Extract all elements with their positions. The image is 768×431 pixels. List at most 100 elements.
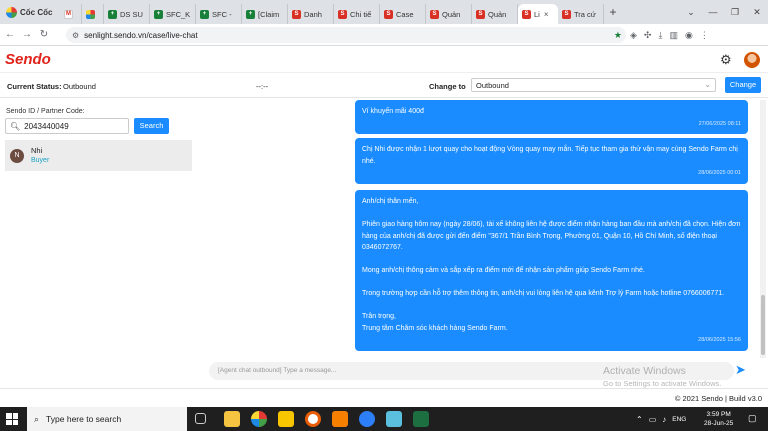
- chat-scrollbar[interactable]: [760, 100, 766, 358]
- browser-tab[interactable]: S Chi tiế: [334, 4, 380, 24]
- window-controls: ⌄ — ❐ ✕: [680, 0, 768, 24]
- sheets-icon: +: [200, 9, 209, 19]
- browser-tab[interactable]: + DS SU: [104, 4, 150, 24]
- change-button[interactable]: Change: [725, 77, 761, 93]
- sendo-icon: S: [292, 9, 301, 19]
- back-icon[interactable]: ←: [3, 29, 17, 40]
- browser-tab[interactable]: + SFC -: [196, 4, 242, 24]
- browser-tab[interactable]: [82, 4, 104, 24]
- browser-tab[interactable]: S Quản: [426, 4, 472, 24]
- contact-list-item[interactable]: N Nhi Buyer: [5, 140, 192, 171]
- contact-avatar: N: [10, 149, 24, 163]
- close-window-button[interactable]: ✕: [746, 7, 768, 18]
- sendo-icon: S: [476, 9, 485, 19]
- extensions-icon[interactable]: ✣: [644, 30, 652, 41]
- close-tab-icon[interactable]: ×: [544, 10, 549, 19]
- chat-message-line: Mong anh/chị thông cảm và sắp xếp ra điể…: [362, 267, 645, 274]
- browser-tab-label: Quản: [442, 9, 461, 19]
- new-tab-button[interactable]: +: [604, 5, 622, 19]
- file-explorer-icon[interactable]: [224, 411, 240, 427]
- sendo-logo[interactable]: Sendo: [5, 51, 51, 68]
- network-icon[interactable]: ▭: [649, 415, 657, 424]
- change-to-value: Outbound: [476, 81, 509, 90]
- chat-message-line: [362, 254, 741, 266]
- user-avatar[interactable]: [744, 52, 760, 68]
- sheets-icon: +: [154, 9, 163, 19]
- sticky-notes-icon[interactable]: [278, 411, 294, 427]
- browser-tab-label: Chi tiế: [350, 9, 372, 19]
- browser-tab[interactable]: S Quản: [472, 4, 518, 24]
- browser-tab-label: [Claim: [258, 9, 280, 19]
- minimize-button[interactable]: —: [702, 7, 724, 17]
- download-icon[interactable]: ⤓: [658, 30, 662, 41]
- browser-tab-label: DS SU: [120, 9, 143, 19]
- language-indicator[interactable]: ENG: [672, 416, 686, 423]
- activate-windows-watermark: Activate Windows: [603, 365, 686, 377]
- browser-tab[interactable]: S Tra cứ: [558, 4, 604, 24]
- excel-icon[interactable]: [413, 411, 429, 427]
- browser-toolbar: ◈ ✣ ⤓ ▥ ◉ ⋮: [630, 24, 709, 46]
- tab-search-icon[interactable]: ⌄: [680, 7, 702, 18]
- chevron-up-icon[interactable]: ⌃: [636, 415, 643, 424]
- sendo-id-input[interactable]: 🔍︎ 2043440049: [5, 118, 129, 134]
- app-icon-flame[interactable]: [332, 411, 348, 427]
- sendo-id-value: 2043440049: [24, 121, 69, 131]
- url-text: senlight.sendo.vn/case/live-chat: [84, 30, 198, 40]
- chat-message-line: [362, 277, 741, 289]
- account-icon[interactable]: ◉: [685, 30, 693, 41]
- app-icon-teal[interactable]: [386, 411, 402, 427]
- browser-tab[interactable]: M: [60, 4, 82, 24]
- chat-message-line: Trân trọng,: [362, 313, 396, 320]
- volume-icon[interactable]: ♪: [662, 415, 666, 424]
- search-button[interactable]: Search: [134, 118, 169, 134]
- browser-tab-label: SFC -: [212, 9, 232, 19]
- taskbar-search[interactable]: ⌕ Type here to search: [27, 407, 187, 431]
- browser-tab[interactable]: S Case: [380, 4, 426, 24]
- browser-tab[interactable]: S Danh: [288, 4, 334, 24]
- browser-tab-label: Danh: [304, 9, 322, 19]
- current-status-value: Outbound: [63, 82, 96, 91]
- forward-icon[interactable]: →: [20, 29, 34, 40]
- windows-taskbar: ⌕ Type here to search ⌃ ▭ ♪ ENG 3:59 PM …: [0, 407, 768, 431]
- footer: © 2021 Sendo | Build v3.0: [0, 388, 768, 406]
- scrollbar-thumb[interactable]: [761, 295, 765, 355]
- chat-message-time: 28/06/2025 00:01: [698, 170, 741, 176]
- windows-start-icon[interactable]: [6, 413, 18, 425]
- reload-icon[interactable]: ↻: [37, 29, 51, 40]
- maximize-button[interactable]: ❐: [724, 7, 746, 18]
- sendo-icon: S: [430, 9, 439, 19]
- apps-icon: [86, 9, 95, 19]
- app-icon-orange[interactable]: [305, 411, 321, 427]
- browser-tab[interactable]: S Li ×: [518, 4, 558, 24]
- shield-icon[interactable]: ◈: [630, 30, 637, 41]
- settings-gear-icon[interactable]: ⚙: [720, 52, 732, 68]
- taskbar-clock[interactable]: 3:59 PM 28-Jun-25: [704, 410, 733, 428]
- menu-icon[interactable]: ⋮: [700, 30, 709, 41]
- bookmark-star-icon[interactable]: ★: [614, 30, 622, 41]
- browser-tab[interactable]: + SFC_K: [150, 4, 196, 24]
- browser-tab[interactable]: + [Claim: [242, 4, 288, 24]
- send-icon[interactable]: ➤: [735, 362, 746, 378]
- browser-brand-label: Cốc Cốc: [20, 7, 53, 17]
- site-info-icon[interactable]: ⚙: [72, 31, 79, 40]
- coccoc-logo-icon: [6, 6, 17, 18]
- app-icon-blue[interactable]: [359, 411, 375, 427]
- chat-message: Ví khuyến mãi 400đ 27/06/2025 08:11: [355, 100, 748, 134]
- sendo-icon: S: [562, 9, 571, 19]
- search-icon: 🔍︎: [10, 121, 21, 131]
- notification-icon[interactable]: ▢: [748, 413, 757, 424]
- change-to-select[interactable]: Outbound ⌄: [471, 78, 716, 92]
- task-view-icon[interactable]: [195, 413, 206, 424]
- browser-brand[interactable]: Cốc Cốc: [0, 0, 60, 24]
- url-field[interactable]: ⚙ senlight.sendo.vn/case/live-chat ★: [66, 27, 626, 43]
- clock-time: 3:59 PM: [706, 411, 731, 418]
- activate-windows-subtext: Go to Settings to activate Windows.: [603, 379, 722, 388]
- chat-message-time: 27/06/2025 08:11: [698, 120, 741, 127]
- coccoc-taskbar-icon[interactable]: [251, 411, 267, 427]
- current-status-label: Current Status:: [7, 82, 62, 91]
- sidebar-icon[interactable]: ▥: [669, 30, 678, 41]
- chat-message-time: 28/06/2025 15:56: [698, 337, 741, 343]
- chat-message-line: Phiên giao hàng hôm nay (ngày 28/06), tà…: [362, 221, 741, 251]
- browser-tab-label: Quản: [488, 9, 507, 19]
- chat-message-line: [362, 300, 741, 312]
